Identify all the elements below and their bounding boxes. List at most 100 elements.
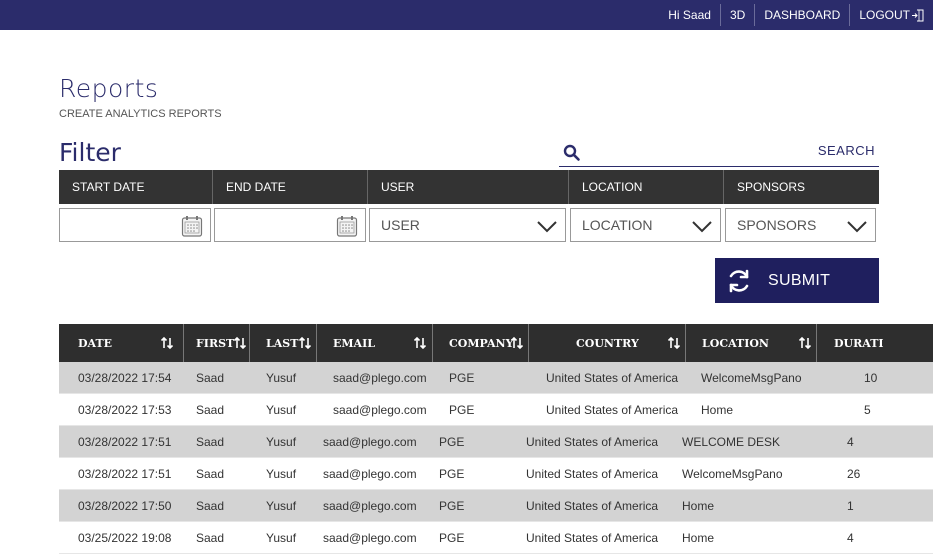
- cell-country: United States of America: [546, 403, 679, 417]
- sort-icon[interactable]: [510, 336, 524, 350]
- cell-first: Saad: [196, 499, 225, 513]
- page-subtitle: CREATE ANALYTICS REPORTS: [59, 108, 222, 120]
- filter-header-start-date: START DATE: [59, 170, 213, 204]
- column-header-label: DATE: [78, 336, 113, 350]
- cell-date: 03/28/2022 17:50: [78, 499, 172, 513]
- cell-first: Saad: [196, 531, 225, 545]
- cell-company: PGE: [439, 531, 465, 545]
- column-header-label: LOCATION: [702, 336, 769, 350]
- cell-email: saad@plego.com: [323, 499, 417, 513]
- table-row[interactable]: 03/28/2022 17:54 Saad Yusuf saad@plego.com P…: [59, 362, 933, 394]
- search-bar: SEARCH: [559, 140, 879, 167]
- start-date-field[interactable]: [59, 208, 211, 242]
- table-header: DATE FIRST LAST EMAIL COMPANY COUNTRY LO…: [59, 324, 933, 362]
- column-header-label: COUNTRY: [576, 336, 639, 350]
- submit-label: SUBMIT: [768, 271, 831, 289]
- sort-icon[interactable]: [798, 336, 812, 350]
- cell-country: United States of America: [526, 499, 659, 513]
- cell-location: Home: [682, 531, 715, 545]
- search-input[interactable]: [587, 142, 807, 164]
- cell-duration: 5: [864, 403, 871, 417]
- cell-email: saad@plego.com: [323, 531, 417, 545]
- column-header-duration[interactable]: DURATI: [817, 324, 933, 362]
- cell-last: Yusuf: [266, 403, 297, 417]
- chevron-down-icon: [692, 221, 712, 233]
- column-header-label: EMAIL: [333, 336, 375, 350]
- sponsors-select[interactable]: SPONSORS: [725, 208, 876, 242]
- nav-3d-link[interactable]: 3D: [719, 4, 754, 26]
- cell-company: PGE: [449, 371, 475, 385]
- sort-icon[interactable]: [413, 336, 427, 350]
- refresh-icon: [729, 269, 749, 292]
- cell-company: PGE: [439, 435, 465, 449]
- cell-duration: 1: [847, 499, 854, 513]
- sort-icon[interactable]: [667, 336, 681, 350]
- chevron-down-icon: [847, 221, 867, 233]
- table-row[interactable]: 03/28/2022 17:50 Saad Yusuf saad@plego.com P…: [59, 490, 933, 522]
- submit-button[interactable]: SUBMIT: [715, 258, 879, 303]
- cell-email: saad@plego.com: [323, 467, 417, 481]
- cell-date: 03/28/2022 17:51: [78, 467, 172, 481]
- user-select[interactable]: USER: [369, 208, 566, 242]
- cell-email: saad@plego.com: [323, 435, 417, 449]
- chevron-down-icon: [537, 221, 557, 233]
- column-header-date[interactable]: DATE: [59, 324, 184, 362]
- logout-button[interactable]: LOGOUT: [849, 4, 933, 26]
- cell-country: United States of America: [526, 531, 659, 545]
- row-divider: [59, 553, 933, 554]
- cell-location: WELCOME DESK: [682, 435, 781, 449]
- page-title: Reports: [59, 74, 159, 103]
- top-bar: Hi Saad 3D DASHBOARD LOGOUT: [0, 0, 933, 30]
- column-header-first[interactable]: FIRST: [184, 324, 250, 362]
- sort-icon[interactable]: [233, 336, 247, 350]
- cell-duration: 26: [847, 467, 861, 481]
- cell-country: United States of America: [526, 435, 659, 449]
- end-date-field[interactable]: [214, 208, 366, 242]
- calendar-icon[interactable]: [335, 214, 359, 238]
- cell-company: PGE: [449, 403, 475, 417]
- cell-location: WelcomeMsgPano: [701, 371, 802, 385]
- column-header-country[interactable]: COUNTRY: [529, 324, 686, 362]
- cell-company: PGE: [439, 499, 465, 513]
- table-row[interactable]: 03/25/2022 19:08 Saad Yusuf saad@plego.com P…: [59, 522, 933, 554]
- cell-date: 03/28/2022 17:54: [78, 371, 172, 385]
- logout-label: LOGOUT: [859, 8, 910, 22]
- cell-email: saad@plego.com: [333, 403, 427, 417]
- cell-first: Saad: [196, 435, 225, 449]
- table-row[interactable]: 03/28/2022 17:51 Saad Yusuf saad@plego.com P…: [59, 426, 933, 458]
- nav-dashboard-link[interactable]: DASHBOARD: [754, 4, 849, 26]
- location-select[interactable]: LOCATION: [570, 208, 721, 242]
- filter-header-sponsors: SPONSORS: [737, 180, 806, 194]
- filter-header: START DATE END DATE USER LOCATION SPONSO…: [59, 170, 879, 204]
- cell-last: Yusuf: [266, 371, 297, 385]
- cell-duration: 4: [847, 531, 854, 545]
- cell-country: United States of America: [546, 371, 679, 385]
- user-greeting[interactable]: Hi Saad: [659, 4, 720, 26]
- table-row[interactable]: 03/28/2022 17:53 Saad Yusuf saad@plego.com P…: [59, 394, 933, 426]
- cell-location: Home: [682, 499, 715, 513]
- cell-first: Saad: [196, 403, 225, 417]
- column-header-label: FIRST: [196, 336, 235, 350]
- top-nav: Hi Saad 3D DASHBOARD LOGOUT: [659, 0, 933, 30]
- column-header-email[interactable]: EMAIL: [317, 324, 433, 362]
- filter-title: Filter: [59, 138, 121, 167]
- sort-icon[interactable]: [298, 336, 312, 350]
- calendar-icon[interactable]: [180, 214, 204, 238]
- cell-duration: 10: [864, 371, 878, 385]
- cell-duration: 4: [847, 435, 854, 449]
- cell-location: WelcomeMsgPano: [682, 467, 783, 481]
- column-header-label: LAST: [266, 336, 299, 350]
- search-button[interactable]: SEARCH: [818, 143, 875, 158]
- column-header-label: DURATI: [834, 336, 884, 350]
- logout-icon: [912, 9, 924, 21]
- column-header-company[interactable]: COMPANY: [433, 324, 529, 362]
- table-row[interactable]: 03/28/2022 17:51 Saad Yusuf saad@plego.com P…: [59, 458, 933, 490]
- search-icon[interactable]: [563, 144, 581, 162]
- cell-company: PGE: [439, 467, 465, 481]
- column-header-last[interactable]: LAST: [250, 324, 317, 362]
- sort-icon[interactable]: [160, 336, 174, 350]
- column-header-location[interactable]: LOCATION: [686, 324, 817, 362]
- cell-date: 03/25/2022 19:08: [78, 531, 172, 545]
- cell-first: Saad: [196, 371, 225, 385]
- cell-last: Yusuf: [266, 467, 297, 481]
